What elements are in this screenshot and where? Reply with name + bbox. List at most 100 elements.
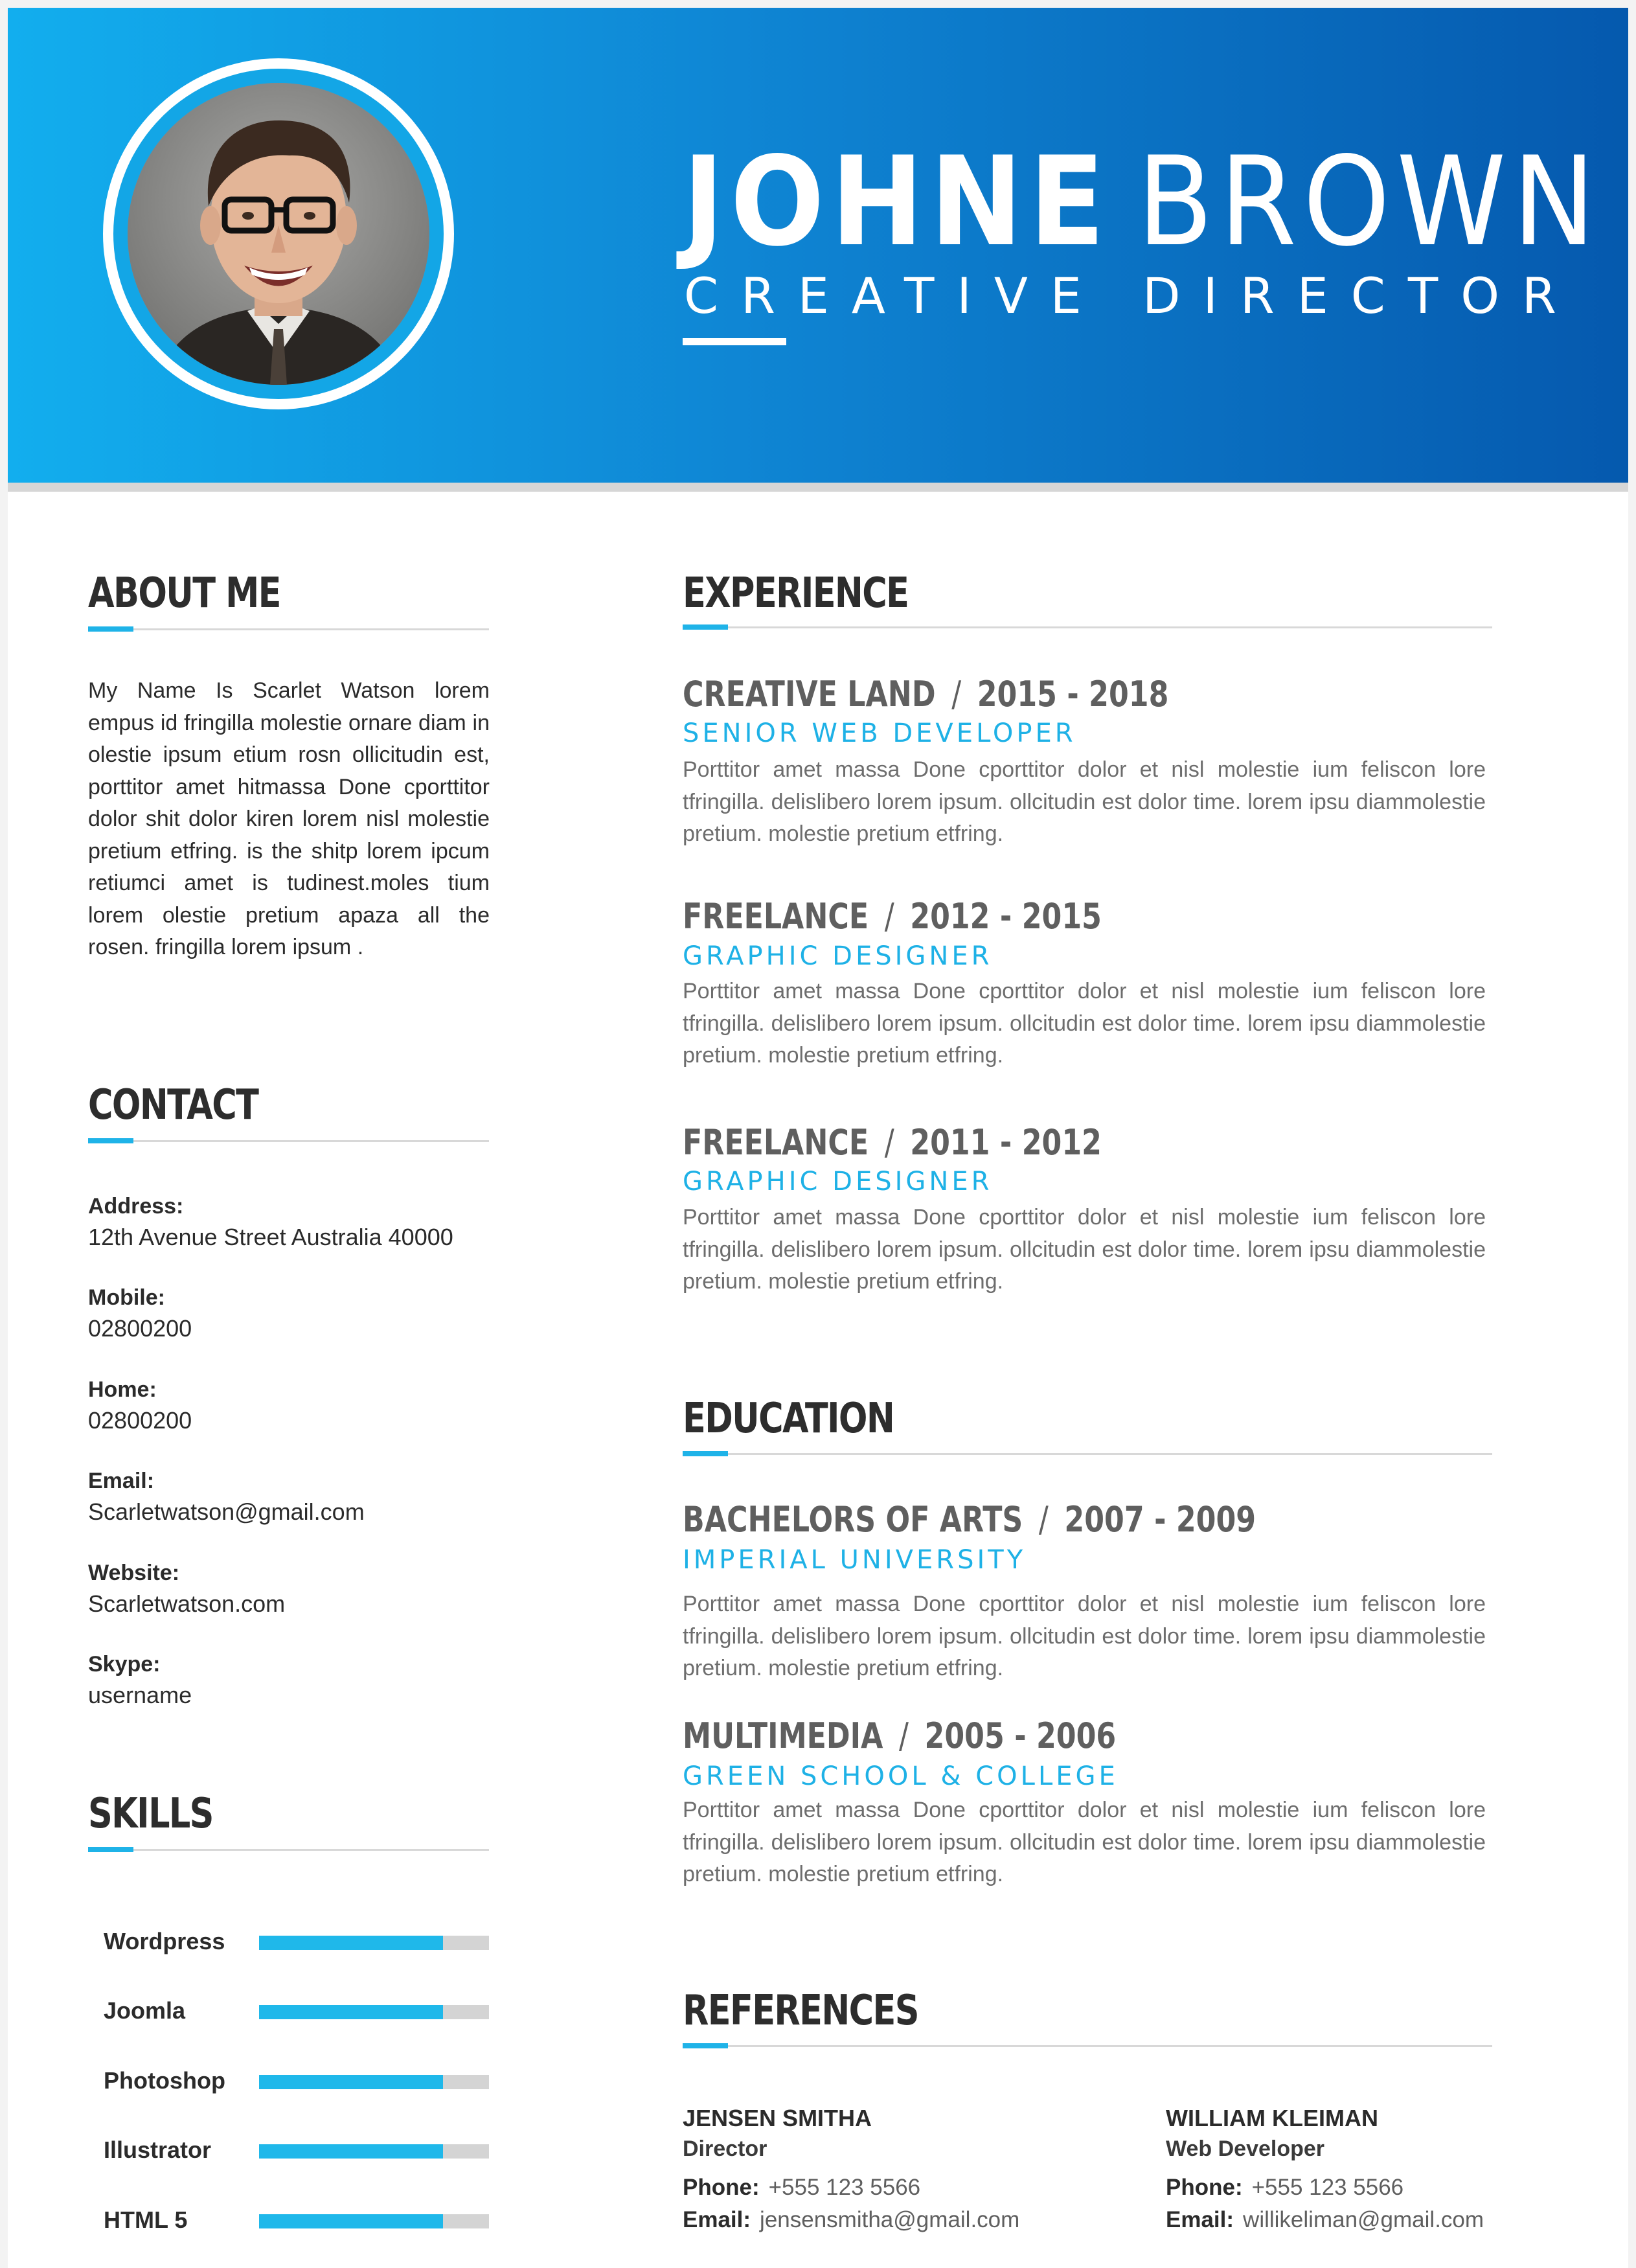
experience-years: 2015 - 2018 <box>977 674 1169 715</box>
contact-heading: CONTACT <box>88 1081 259 1129</box>
profile-photo-icon <box>128 83 429 385</box>
reference-email-value[interactable]: willikeliman@gmail.com <box>1243 2207 1484 2232</box>
skill-bar <box>259 2005 489 2019</box>
experience-company: FREELANCE <box>683 1122 869 1163</box>
reference-phone: Phone: +555 123 5566 <box>1166 2173 1403 2202</box>
education-school: GREEN SCHOOL & COLLEGE <box>683 1761 1119 1791</box>
experience-heading-row: FREELANCE / 2011 - 2012 <box>683 1122 1102 1163</box>
contact-mobile-value: 02800200 <box>88 1315 192 1342</box>
skill-bar-fill <box>259 2005 443 2019</box>
skills-divider <box>88 1849 489 1851</box>
education-divider <box>683 1453 1492 1455</box>
skill-bar <box>259 2214 489 2228</box>
education-heading-row: BACHELORS OF ARTS / 2007 - 2009 <box>683 1499 1256 1541</box>
contact-mobile-label: Mobile: <box>88 1285 165 1310</box>
experience-description: Porttitor amet massa Done cporttitor dol… <box>683 757 1486 846</box>
education-school: IMPERIAL UNIVERSITY <box>683 1545 1027 1575</box>
separator: / <box>899 1715 909 1756</box>
references-accent <box>683 2043 728 2048</box>
candidate-name: JOHNE BROWN <box>683 137 1602 267</box>
skill-bar-fill <box>259 2075 443 2089</box>
skills-accent <box>88 1847 133 1852</box>
reference-role: Web Developer <box>1166 2136 1325 2161</box>
reference-phone-label: Phone: <box>683 2175 760 2200</box>
experience-years: 2011 - 2012 <box>910 1122 1102 1163</box>
skill-bar-fill <box>259 2214 443 2228</box>
job-title: CREATIVE DIRECTOR <box>684 267 1579 325</box>
education-accent <box>683 1451 728 1456</box>
resume-page: JOHNE BROWN CREATIVE DIRECTOR ABOUT ME My… <box>8 8 1628 2268</box>
contact-website-value[interactable]: Scarletwatson.com <box>88 1590 285 1618</box>
skills-heading: SKILLS <box>88 1790 214 1838</box>
skill-bar <box>259 2144 489 2159</box>
experience-role: GRAPHIC DESIGNER <box>683 1167 993 1197</box>
contact-home-label: Home: <box>88 1377 157 1402</box>
reference-email-label: Email: <box>1166 2207 1234 2232</box>
contact-skype-value: username <box>88 1682 192 1708</box>
profile-photo <box>128 83 429 385</box>
reference-role: Director <box>683 2136 767 2161</box>
about-heading: ABOUT ME <box>88 569 282 617</box>
references-divider <box>683 2045 1492 2047</box>
profile-photo-ring <box>113 69 444 399</box>
about-divider <box>88 628 489 630</box>
experience-heading-row: CREATIVE LAND / 2015 - 2018 <box>683 674 1168 715</box>
skill-bar <box>259 1936 489 1950</box>
reference-phone-value: +555 123 5566 <box>768 2175 921 2200</box>
contact-website-label: Website: <box>88 1561 180 1585</box>
skill-label: HTML 5 <box>104 2206 188 2233</box>
skill-label: Photoshop <box>104 2067 225 2094</box>
reference-email: Email: willikeliman@gmail.com <box>1166 2206 1484 2234</box>
reference-phone-label: Phone: <box>1166 2175 1243 2200</box>
education-degree: BACHELORS OF ARTS <box>683 1499 1023 1540</box>
experience-description: Porttitor amet massa Done cporttitor dol… <box>683 979 1486 1068</box>
separator: / <box>951 674 962 715</box>
separator: / <box>884 896 894 937</box>
skill-bar-fill <box>259 2144 443 2159</box>
experience-accent <box>683 624 728 630</box>
skill-bar <box>259 2075 489 2089</box>
header-divider <box>8 483 1628 492</box>
about-text: My Name Is Scarlet Watson lorem empus id… <box>88 678 490 959</box>
title-underline <box>683 338 786 345</box>
education-degree: MULTIMEDIA <box>683 1715 883 1756</box>
contact-skype-label: Skype: <box>88 1652 161 1677</box>
education-description: Porttitor amet massa Done cporttitor dol… <box>683 1798 1486 1886</box>
about-accent <box>88 626 133 632</box>
education-heading: EDUCATION <box>683 1395 895 1443</box>
contact-address-label: Address: <box>88 1194 184 1219</box>
education-years: 2005 - 2006 <box>924 1715 1117 1756</box>
experience-heading: EXPERIENCE <box>683 569 909 617</box>
first-name: JOHNE <box>683 130 1111 273</box>
contact-accent <box>88 1138 133 1143</box>
experience-divider <box>683 626 1492 628</box>
contact-divider <box>88 1140 489 1142</box>
education-years: 2007 - 2009 <box>1064 1499 1256 1540</box>
contact-email-value[interactable]: Scarletwatson@gmail.com <box>88 1498 365 1526</box>
last-name: BROWN <box>1137 130 1602 273</box>
reference-email-label: Email: <box>683 2207 751 2232</box>
reference-phone-value: +555 123 5566 <box>1251 2175 1404 2200</box>
reference-email-value[interactable]: jensensmitha@gmail.com <box>760 2207 1019 2232</box>
reference-phone: Phone: +555 123 5566 <box>683 2173 920 2202</box>
experience-heading-row: FREELANCE / 2012 - 2015 <box>683 896 1102 937</box>
references-heading: REFERENCES <box>683 1987 920 2035</box>
contact-home-value: 02800200 <box>88 1407 192 1434</box>
reference-name: WILLIAM KLEIMAN <box>1166 2105 1378 2131</box>
contact-email-label: Email: <box>88 1469 155 1493</box>
experience-company: FREELANCE <box>683 896 869 937</box>
experience-company: CREATIVE LAND <box>683 674 936 715</box>
experience-role: GRAPHIC DESIGNER <box>683 941 993 971</box>
reference-name: JENSEN SMITHA <box>683 2105 872 2131</box>
separator: / <box>1038 1499 1049 1540</box>
contact-address-value: 12th Avenue Street Australia 40000 <box>88 1224 453 1250</box>
experience-description: Porttitor amet massa Done cporttitor dol… <box>683 1205 1486 1294</box>
reference-email: Email: jensensmitha@gmail.com <box>683 2206 1019 2234</box>
profile-photo-frame <box>103 58 454 409</box>
education-description: Porttitor amet massa Done cporttitor dol… <box>683 1592 1486 1680</box>
experience-years: 2012 - 2015 <box>910 896 1102 937</box>
skill-label: Joomla <box>104 1997 186 2024</box>
experience-role: SENIOR WEB DEVELOPER <box>683 718 1076 748</box>
skill-bar-fill <box>259 1936 443 1950</box>
education-heading-row: MULTIMEDIA / 2005 - 2006 <box>683 1715 1116 1757</box>
